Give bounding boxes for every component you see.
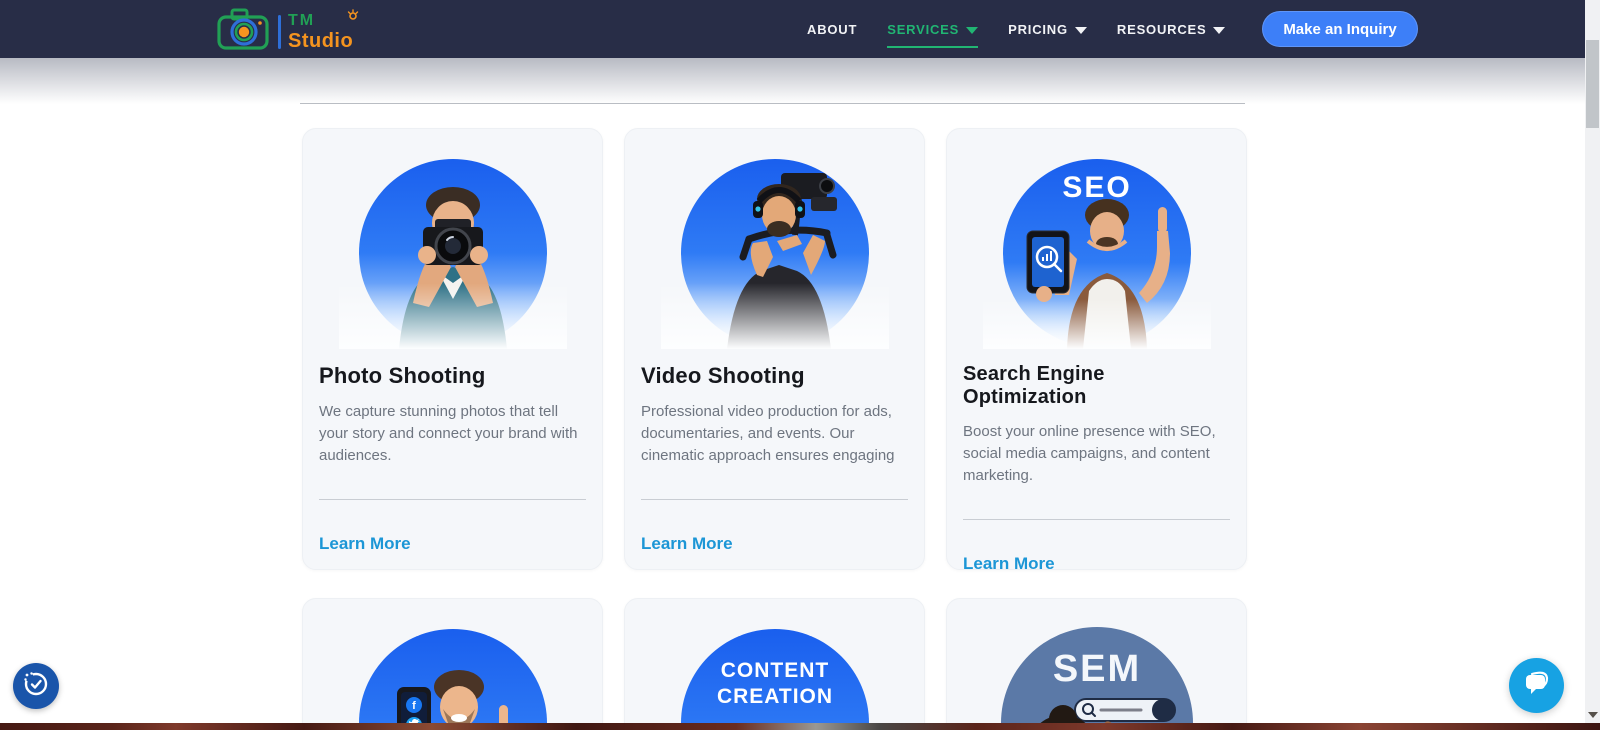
chat-bubbles-icon <box>1520 666 1554 705</box>
content-creation-image: CONTENT CREATION <box>661 613 889 730</box>
card-description: We capture stunning photos that tell you… <box>319 401 586 467</box>
seo-image: SEO <box>983 143 1211 349</box>
card-title: Photo Shooting <box>319 363 586 389</box>
page: TM Studio ABOUT SERVICES PRICING <box>0 0 1600 730</box>
nav-label: SERVICES <box>887 22 959 37</box>
nav-item-pricing[interactable]: PRICING <box>1008 18 1087 41</box>
nav-label: ABOUT <box>807 22 857 37</box>
svg-text:f: f <box>412 700 416 712</box>
service-card-content-creation: CONTENT CREATION <box>624 598 925 730</box>
cookie-consent-button[interactable] <box>13 663 59 709</box>
content-image-text-1: CONTENT <box>720 659 829 682</box>
nav-item-services[interactable]: SERVICES <box>887 18 978 41</box>
main-nav: ABOUT SERVICES PRICING RESOURCES <box>807 0 1225 58</box>
nav-label: RESOURCES <box>1117 22 1207 37</box>
learn-more-link[interactable]: Learn More <box>319 534 411 554</box>
scrollbar-track[interactable] <box>1585 0 1600 730</box>
top-navbar: TM Studio ABOUT SERVICES PRICING <box>0 0 1585 58</box>
chevron-down-icon <box>1213 27 1225 34</box>
card-description: Boost your online presence with SEO, soc… <box>963 421 1230 487</box>
card-divider <box>319 499 586 500</box>
logo-text-studio: Studio <box>288 31 353 51</box>
lightbulb-icon <box>347 9 359 25</box>
chevron-down-icon <box>966 27 978 34</box>
header-shadow <box>0 58 1585 104</box>
sem-image: SEM ADS <box>983 613 1211 730</box>
seo-image-text: SEO <box>1062 171 1131 204</box>
sem-image-text: SEM <box>1052 648 1140 690</box>
make-an-inquiry-button[interactable]: Make an Inquiry <box>1262 11 1418 47</box>
photo-shooting-image <box>339 143 567 349</box>
card-description: Professional video production for ads, d… <box>641 401 908 467</box>
site-logo[interactable]: TM Studio <box>215 6 353 57</box>
logo-text-tm: TM <box>288 13 353 29</box>
service-card-seo: SEO <box>946 128 1247 570</box>
card-title: Video Shooting <box>641 363 908 389</box>
scrollbar-down-arrow-icon[interactable] <box>1588 712 1598 718</box>
content-image-text-2: CREATION <box>716 685 832 708</box>
nav-item-resources[interactable]: RESOURCES <box>1117 18 1226 41</box>
card-divider <box>641 499 908 500</box>
service-card-video-shooting: Video Shooting Professional video produc… <box>624 128 925 570</box>
nav-label: PRICING <box>1008 22 1068 37</box>
service-card-photo-shooting: Photo Shooting We capture stunning photo… <box>302 128 603 570</box>
service-card-social-media: f <box>302 598 603 730</box>
learn-more-link[interactable]: Learn More <box>963 554 1055 570</box>
logo-divider <box>278 15 281 49</box>
scrollbar-thumb[interactable] <box>1586 40 1599 128</box>
next-section-image-edge <box>0 723 1600 730</box>
camera-logo-icon <box>215 6 271 57</box>
service-card-sem: SEM ADS <box>946 598 1247 730</box>
nav-item-about[interactable]: ABOUT <box>807 18 857 41</box>
card-title: Search Engine Optimization <box>963 363 1230 409</box>
social-media-image: f <box>339 613 567 730</box>
chat-widget-button[interactable] <box>1509 658 1564 713</box>
learn-more-link[interactable]: Learn More <box>641 534 733 554</box>
services-grid: Photo Shooting We capture stunning photo… <box>302 128 1247 730</box>
video-shooting-image <box>661 143 889 349</box>
card-divider <box>963 519 1230 520</box>
chevron-down-icon <box>1075 27 1087 34</box>
cookie-check-icon <box>21 669 51 704</box>
